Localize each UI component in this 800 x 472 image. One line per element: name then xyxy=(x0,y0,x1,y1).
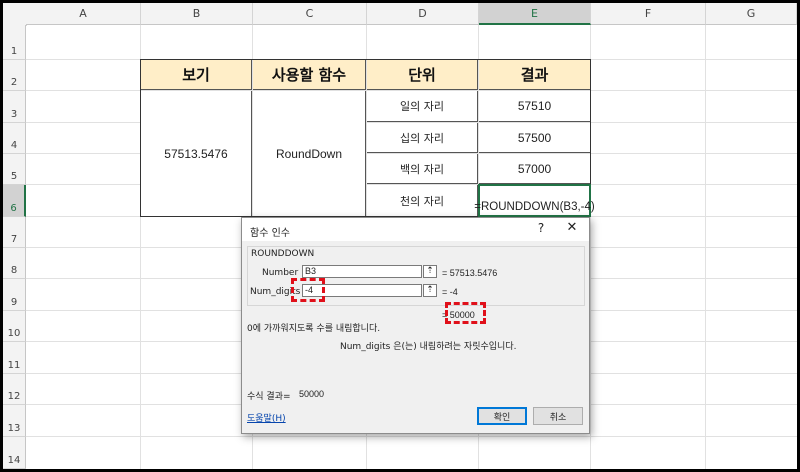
highlight-box xyxy=(445,302,486,324)
column-header-g[interactable]: G xyxy=(706,3,797,25)
num-digits-arg-result: = -4 xyxy=(442,287,458,297)
unit-cell[interactable]: 천의 자리 xyxy=(367,185,478,216)
dialog-title: 함수 인수 xyxy=(250,228,290,239)
row-header-5[interactable]: 5 xyxy=(3,154,26,185)
ok-button[interactable]: 확인 xyxy=(477,407,527,425)
row-header-14[interactable]: 14 xyxy=(3,437,26,469)
column-header-c[interactable]: C xyxy=(253,3,367,25)
formula-result-label: 수식 결과= xyxy=(247,392,291,402)
result-cell[interactable]: 57500 xyxy=(479,123,590,153)
function-name: ROUNDDOWN xyxy=(251,249,315,259)
row-header-10[interactable]: 10 xyxy=(3,311,26,342)
unit-cell[interactable]: 일의 자리 xyxy=(367,91,478,122)
collapse-dialog-icon[interactable]: ⇡ xyxy=(423,284,437,297)
function-description: 0에 가까워지도록 수를 내림합니다. xyxy=(247,324,381,334)
function-arguments-dialog: 함수 인수 ? ✕ ROUNDDOWN Number B3 ⇡ = 57513.… xyxy=(241,217,590,434)
row-header-11[interactable]: 11 xyxy=(3,342,26,374)
highlight-box xyxy=(291,278,325,302)
column-header-d[interactable]: D xyxy=(367,3,479,25)
row-header-6[interactable]: 6 xyxy=(3,185,26,217)
row-header-2[interactable]: 2 xyxy=(3,60,26,91)
row-header-12[interactable]: 12 xyxy=(3,374,26,405)
help-icon[interactable]: ? xyxy=(533,221,549,235)
cancel-button[interactable]: 취소 xyxy=(533,407,583,425)
result-cell[interactable]: 57510 xyxy=(479,91,590,122)
close-icon[interactable]: ✕ xyxy=(564,220,580,235)
column-header-f[interactable]: F xyxy=(591,3,706,25)
result-cell[interactable]: 57000 xyxy=(479,154,590,184)
header-cell-unit[interactable]: 단위 xyxy=(367,60,478,90)
row-header-8[interactable]: 8 xyxy=(3,248,26,279)
number-arg-result: = 57513.5476 xyxy=(442,268,498,278)
row-header-9[interactable]: 9 xyxy=(3,279,26,311)
active-formula-cell[interactable]: =ROUNDDOWN(B3,-4) xyxy=(474,184,595,217)
unit-cell[interactable]: 백의 자리 xyxy=(367,154,478,184)
collapse-dialog-icon[interactable]: ⇡ xyxy=(423,265,437,278)
help-link[interactable]: 도움말(H) xyxy=(247,411,286,424)
header-cell-function[interactable]: 사용할 함수 xyxy=(253,60,366,90)
value-cell[interactable]: 57513.5476 xyxy=(141,91,252,216)
row-header-4[interactable]: 4 xyxy=(3,123,26,154)
unit-cell[interactable]: 십의 자리 xyxy=(367,123,478,153)
number-arg-label: Number xyxy=(262,268,299,278)
column-header-b[interactable]: B xyxy=(141,3,253,25)
row-header-7[interactable]: 7 xyxy=(3,217,26,248)
row-header-3[interactable]: 3 xyxy=(3,91,26,123)
gridline xyxy=(26,436,797,437)
header-cell-view[interactable]: 보기 xyxy=(141,60,252,90)
argument-description: Num_digits 은(는) 내림하려는 자릿수입니다. xyxy=(340,342,517,352)
header-cell-result[interactable]: 결과 xyxy=(479,60,590,90)
number-arg-input[interactable]: B3 xyxy=(302,265,422,278)
select-all-corner[interactable] xyxy=(3,3,27,26)
column-header-a[interactable]: A xyxy=(26,3,141,25)
row-header-1[interactable]: 1 xyxy=(3,25,26,60)
function-cell[interactable]: RoundDown xyxy=(253,91,366,216)
column-header-e[interactable]: E xyxy=(479,3,591,25)
row-header-13[interactable]: 13 xyxy=(3,405,26,437)
formula-result-value: 50000 xyxy=(299,389,325,399)
